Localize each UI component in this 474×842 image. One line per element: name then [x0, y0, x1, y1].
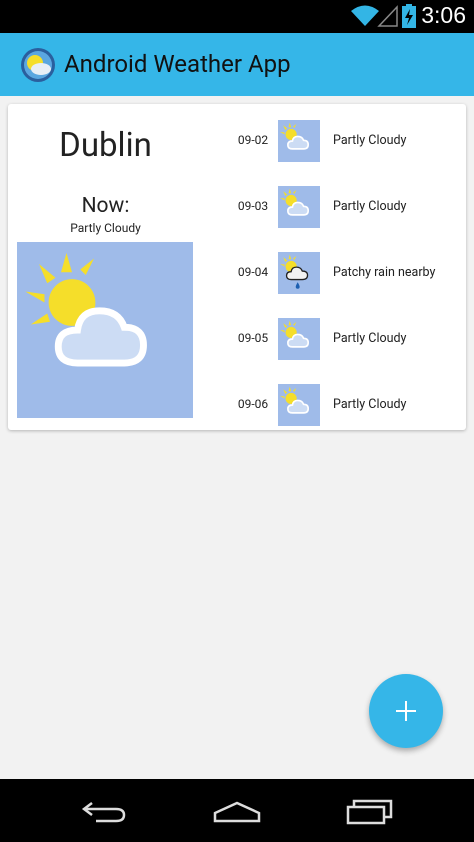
forecast-row[interactable]: 09-05 Partly Cloudy	[233, 318, 463, 360]
weather-app-logo-icon[interactable]	[20, 47, 56, 83]
forecast-row[interactable]: 09-04 Patchy rain nearby	[233, 252, 463, 294]
add-city-button[interactable]	[369, 674, 443, 748]
partly-cloudy-icon	[278, 120, 320, 162]
forecast-condition: Partly Cloudy	[333, 199, 407, 214]
forecast-row[interactable]: 09-03 Partly Cloudy	[233, 186, 463, 228]
forecast-condition: Partly Cloudy	[333, 331, 407, 346]
plus-icon	[396, 701, 416, 721]
forecast-date: 09-06	[237, 397, 269, 411]
recent-apps-icon[interactable]	[345, 797, 395, 825]
forecast-row[interactable]: 09-02 Partly Cloudy	[233, 120, 463, 162]
back-icon[interactable]	[80, 797, 130, 825]
home-icon[interactable]	[212, 797, 262, 825]
partly-cloudy-icon	[278, 186, 320, 228]
app-title: Android Weather App	[64, 50, 291, 78]
weather-card[interactable]: Dublin Now: Partly Cloudy 09-02 Partly C…	[8, 104, 466, 430]
partly-cloudy-icon	[17, 242, 193, 418]
action-bar: Android Weather App	[0, 33, 474, 96]
forecast-condition: Partly Cloudy	[333, 133, 407, 148]
city-name: Dublin	[59, 126, 152, 165]
now-label: Now:	[81, 194, 130, 218]
forecast-condition: Partly Cloudy	[333, 397, 407, 412]
navigation-bar	[0, 779, 474, 842]
signal-icon	[377, 5, 398, 27]
wifi-icon	[351, 5, 379, 26]
forecast-date: 09-05	[237, 331, 269, 345]
partly-cloudy-icon	[278, 318, 320, 360]
current-condition: Partly Cloudy	[70, 221, 141, 235]
patchy-rain-icon	[278, 252, 320, 294]
status-bar: 3:06	[0, 0, 474, 33]
status-time: 3:06	[421, 2, 466, 28]
forecast-date: 09-03	[237, 199, 269, 213]
forecast-row[interactable]: 09-06 Partly Cloudy	[233, 384, 463, 426]
partly-cloudy-icon	[278, 384, 320, 426]
battery-charging-icon	[402, 4, 416, 28]
forecast-condition: Patchy rain nearby	[333, 265, 436, 280]
forecast-date: 09-04	[237, 265, 269, 279]
forecast-date: 09-02	[237, 133, 269, 147]
